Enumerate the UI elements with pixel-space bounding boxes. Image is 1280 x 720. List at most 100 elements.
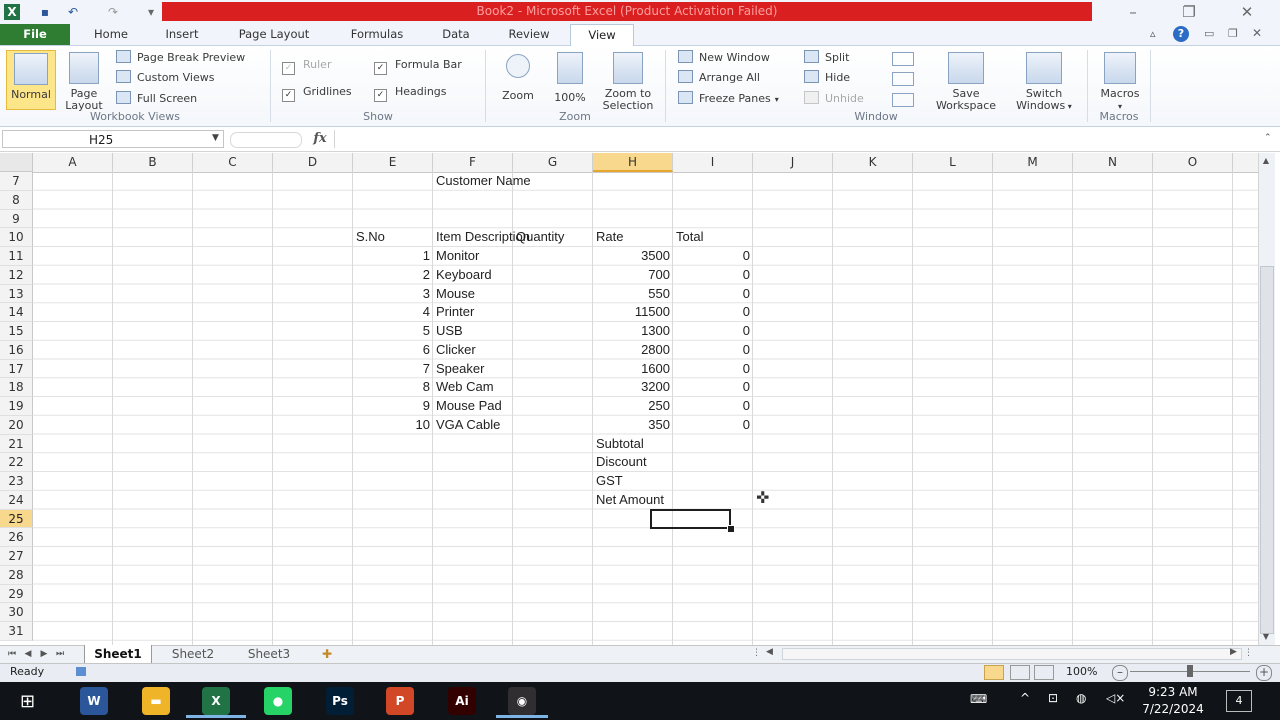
formula-bar-handle[interactable] [230,132,302,148]
tab-insert[interactable]: Insert [150,24,214,45]
column-header-c[interactable]: C [193,153,273,172]
zoom-out-icon[interactable]: – [1112,665,1128,681]
synchronous-scrolling-icon[interactable] [892,72,914,86]
workbook-minimize-icon[interactable]: ▭ [1204,27,1214,40]
first-sheet-icon[interactable]: ⏮ [6,647,18,661]
row-header-12[interactable]: 12 [0,265,33,285]
page-break-status-icon[interactable] [1034,665,1054,680]
scroll-left-icon[interactable]: ◀ [766,647,773,657]
page-layout-status-icon[interactable] [1010,665,1030,680]
previous-sheet-icon[interactable]: ◀ [22,647,34,661]
volume-muted-icon[interactable]: ◁× [1106,691,1125,705]
normal-view-button[interactable]: Normal [6,50,56,110]
cell-item-description[interactable]: USB [436,322,463,341]
cell-sno[interactable]: 9 [356,397,430,416]
cell-rate[interactable]: 11500 [596,303,670,322]
row-header-19[interactable]: 19 [0,397,33,416]
row-header-25[interactable]: 25 [0,509,33,529]
cell-summary-label[interactable]: Subtotal [596,435,644,454]
zoom-slider-thumb[interactable] [1187,665,1193,677]
cell-header-quantity[interactable]: Quantity [516,228,564,247]
tab-home[interactable]: Home [80,24,142,45]
row-header-8[interactable]: 8 [0,190,33,210]
cell-item-description[interactable]: VGA Cable [436,416,500,435]
column-header-h[interactable]: H [593,153,673,172]
name-box[interactable]: H25 [2,130,224,148]
row-header-7[interactable]: 7 [0,172,33,191]
workbook-restore-icon[interactable]: ❐ [1228,27,1238,40]
cell-summary-label[interactable]: GST [596,472,623,491]
cell-rate[interactable]: 250 [596,397,670,416]
cell-total[interactable]: 0 [676,266,750,285]
row-header-16[interactable]: 16 [0,340,33,360]
column-header-d[interactable]: D [273,153,353,172]
scroll-down-icon[interactable]: ▼ [1259,632,1273,644]
formula-bar-checkbox[interactable]: ✓ Formula Bar [374,56,462,75]
tab-view[interactable]: View [570,24,634,46]
row-header-21[interactable]: 21 [0,434,33,454]
sheet-tab-sheet1[interactable]: Sheet1 [84,645,152,663]
row-header-31[interactable]: 31 [0,622,33,641]
row-header-18[interactable]: 18 [0,378,33,397]
column-header-k[interactable]: K [833,153,913,172]
split-box-icon[interactable]: ⋮ [1244,648,1253,658]
cell-sno[interactable]: 5 [356,322,430,341]
fill-handle[interactable] [727,525,735,533]
cell-item-description[interactable]: Clicker [436,341,476,360]
zoom-to-selection-button[interactable]: Zoom to Selection [598,50,658,112]
insert-sheet-icon[interactable]: ✚ [314,645,340,663]
taskbar-photoshop-icon[interactable]: Ps [326,687,354,715]
column-header-b[interactable]: B [113,153,193,172]
cell-item-description[interactable]: Mouse [436,285,475,304]
normal-view-status-icon[interactable] [984,665,1004,680]
cell-header-rate[interactable]: Rate [596,228,623,247]
select-all-button[interactable] [0,153,33,172]
scroll-up-icon[interactable]: ▲ [1259,156,1273,168]
row-header-11[interactable]: 11 [0,247,33,266]
unhide-button[interactable]: Unhide [804,90,864,108]
expand-formula-bar-icon[interactable]: ⌃ [1264,133,1272,143]
row-header-13[interactable]: 13 [0,284,33,304]
network-globe-icon[interactable]: ◍ [1076,691,1086,705]
page-break-preview-button[interactable]: Page Break Preview [116,49,245,67]
workbook-close-icon[interactable]: ✕ [1252,26,1262,40]
minimize-ribbon-icon[interactable]: ▵ [1150,27,1156,40]
cell-summary-label[interactable]: Net Amount [596,491,664,510]
cell-total[interactable]: 0 [676,341,750,360]
row-header-24[interactable]: 24 [0,490,33,510]
column-header-j[interactable]: J [753,153,833,172]
cell-total[interactable]: 0 [676,397,750,416]
macro-recording-icon[interactable] [76,667,86,676]
row-header-9[interactable]: 9 [0,209,33,229]
cell-sno[interactable]: 10 [356,416,430,435]
excel-app-icon[interactable]: X [4,4,20,20]
column-header-i[interactable]: I [673,153,753,172]
full-screen-button[interactable]: Full Screen [116,90,197,108]
cell-total[interactable]: 0 [676,360,750,379]
next-sheet-icon[interactable]: ▶ [38,647,50,661]
row-header-10[interactable]: 10 [0,228,33,247]
ruler-checkbox[interactable]: ✓ Ruler [282,56,331,75]
clock-time[interactable]: 9:23 AM [1140,685,1206,699]
restore-icon[interactable]: ❐ [1174,3,1204,21]
cell-item-description[interactable]: Speaker [436,360,484,379]
reset-window-position-icon[interactable] [892,93,914,107]
windows-start-icon[interactable]: ⊞ [20,692,40,712]
tab-page-layout[interactable]: Page Layout [224,24,324,45]
vertical-scroll-thumb[interactable] [1260,266,1274,634]
taskbar-file-explorer-icon[interactable]: ▬ [142,687,170,715]
cell-sno[interactable]: 7 [356,360,430,379]
usb-device-icon[interactable]: ⊡ [1048,691,1058,705]
cell-sno[interactable]: 6 [356,341,430,360]
cell-sno[interactable]: 8 [356,378,430,397]
cell-rate[interactable]: 350 [596,416,670,435]
headings-checkbox[interactable]: ✓ Headings [374,83,447,102]
row-header-20[interactable]: 20 [0,415,33,435]
name-box-dropdown-icon[interactable]: ▼ [212,133,219,143]
cell-sno[interactable]: 4 [356,303,430,322]
column-header-n[interactable]: N [1073,153,1153,172]
row-header-14[interactable]: 14 [0,303,33,322]
gridlines-checkbox[interactable]: ✓ Gridlines [282,83,352,102]
taskbar-word-icon[interactable]: W [80,687,108,715]
show-hidden-icons-icon[interactable]: ^ [1020,691,1030,705]
